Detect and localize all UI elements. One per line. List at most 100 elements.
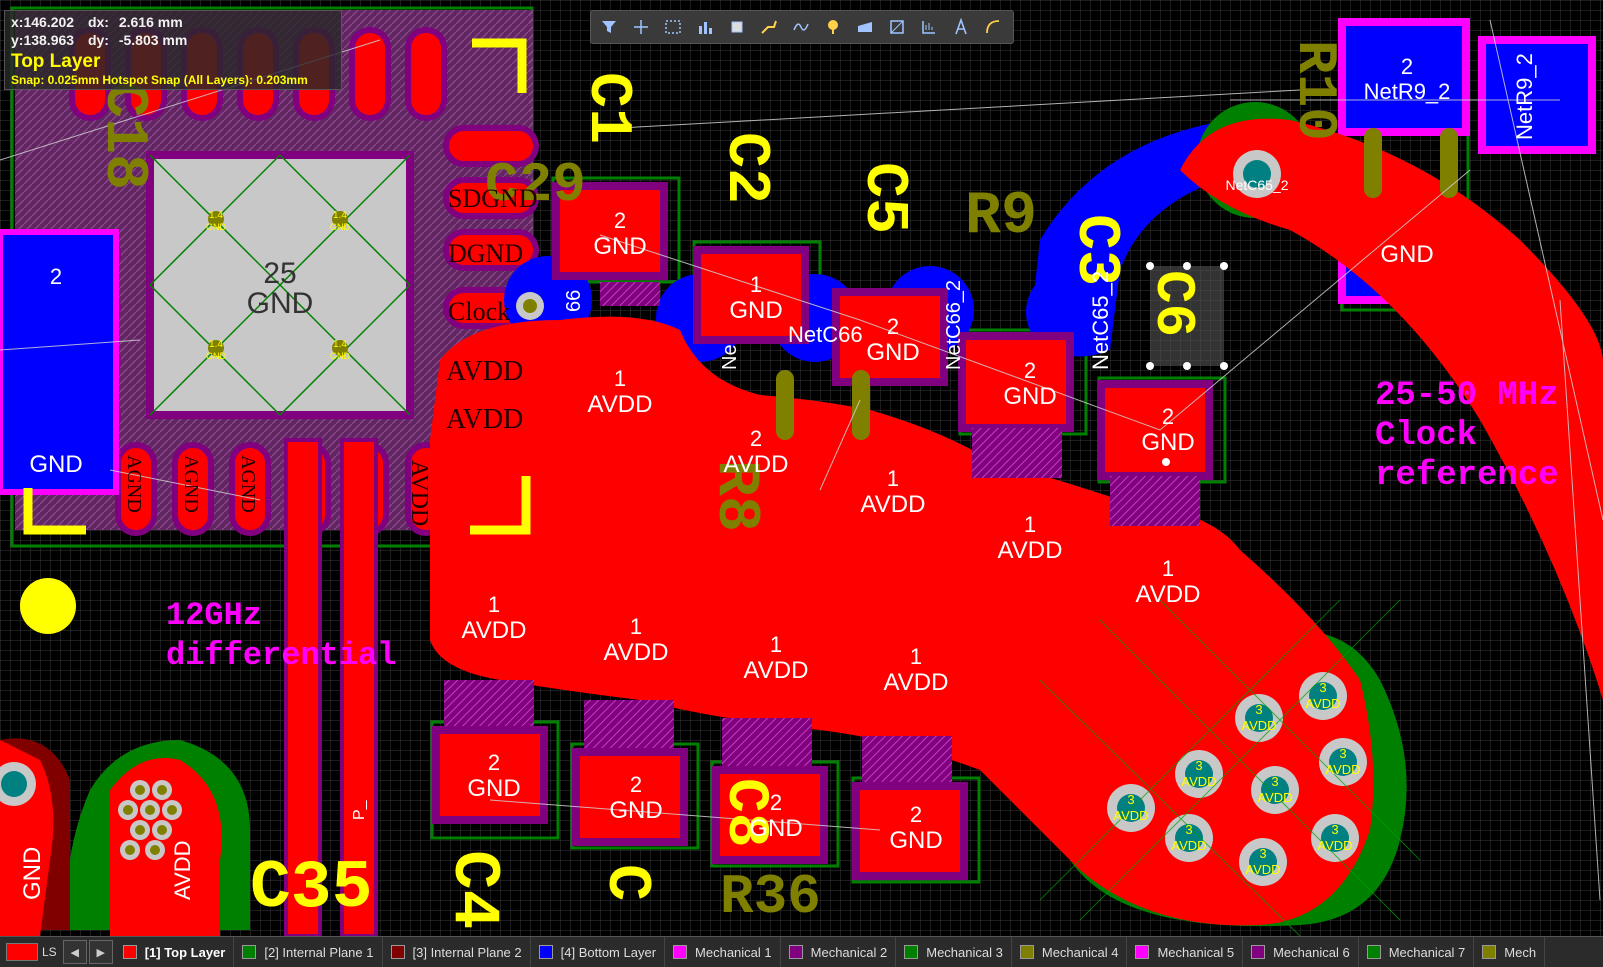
pad-num: 1 (614, 366, 626, 391)
designator-r36: R36 (720, 865, 821, 929)
layer-color-swatch (1482, 945, 1497, 959)
layer-tab[interactable]: [2] Internal Plane 1 (234, 937, 383, 967)
y-value: 138.963 (23, 32, 75, 48)
pcb-canvas[interactable]: 25 GND C1 C2 C5 C3 C6 C35 C4 C C8 C18 R1… (0, 0, 1603, 936)
pad-net-r9: NetR9_2 (1512, 53, 1537, 140)
pad-net: AVDD (861, 491, 926, 518)
layer-tab-label: Mechanical 2 (810, 944, 888, 960)
pad-net: GND (729, 297, 782, 324)
pad-net: GND (749, 815, 802, 842)
via-net: AVDD (1305, 696, 1340, 711)
pcb-board[interactable]: 25 GND C1 C2 C5 C3 C6 C35 C4 C C8 C18 R1… (0, 0, 1603, 936)
layer-tab[interactable]: Mechanical 3 (896, 937, 1012, 967)
active-bar-toolbar (590, 10, 1014, 44)
layer-set-indicator[interactable]: LS (6, 943, 63, 961)
layer-next-button[interactable]: ▶ (88, 940, 113, 964)
pad-net-gnd-left: GND (19, 847, 46, 900)
thermal-via-num: 1.4 (333, 339, 347, 350)
current-layer: Top Layer (11, 51, 101, 72)
layer-tab[interactable]: Mechanical 2 (781, 937, 897, 967)
pad-num: 2 (50, 264, 62, 289)
pad-net: AVDD (744, 657, 809, 684)
layer-color-swatch (390, 945, 405, 959)
pin-label-avdd-3: AVDD (406, 460, 432, 526)
pad-net: GND (467, 775, 520, 802)
via-num: 3 (1259, 846, 1266, 861)
layer-set-label: LS (42, 945, 57, 959)
dimension-icon[interactable] (917, 15, 941, 39)
thermal-via-net: GND (206, 351, 227, 361)
via-num: 3 (1255, 702, 1262, 717)
layer-tab[interactable]: Mechanical 4 (1012, 937, 1128, 967)
via-num: 3 (1195, 758, 1202, 773)
via-net: AVDD (1245, 862, 1280, 877)
layer-tab[interactable]: [3] Internal Plane 2 (383, 937, 531, 967)
coordinate-readout: x:146.202 dx: 2.616 mm y:138.963 dy: -5.… (4, 10, 342, 90)
layer-color-swatch (1019, 945, 1034, 959)
pad-num: 1 (910, 644, 922, 669)
thermal-via-net: GND (330, 351, 351, 361)
note-differential: differential (166, 637, 396, 674)
y-label: y: (11, 32, 24, 48)
pad-net: AVDD (604, 639, 669, 666)
add-icon[interactable] (629, 15, 653, 39)
pad-net: NetR9_2 (1364, 79, 1451, 104)
layer-tab-label: Mechanical 3 (926, 944, 1003, 960)
pad-num: 1 (770, 632, 782, 657)
pin-label-agnd-2: AGND (180, 455, 202, 513)
layer-tab[interactable]: Mechanical 5 (1127, 937, 1244, 967)
ic-pad-number: 25 (263, 257, 296, 290)
layer-tab[interactable]: Mech (1474, 937, 1546, 967)
via-num: 3 (1339, 746, 1346, 761)
layer-tab[interactable]: [4] Bottom Layer (531, 937, 666, 967)
via-net: AVDD (1317, 838, 1352, 853)
pad-num: 2 (887, 314, 899, 339)
fill-icon[interactable] (853, 15, 877, 39)
layer-tab[interactable]: Mechanical 6 (1243, 937, 1359, 967)
arc-icon[interactable] (981, 15, 1005, 39)
layer-tab-label: Mechanical 4 (1041, 944, 1119, 960)
select-rect-icon[interactable] (661, 15, 685, 39)
layer-tab[interactable]: Mechanical 1 (665, 937, 781, 967)
filter-icon[interactable] (597, 15, 621, 39)
diff-pair-icon[interactable] (789, 15, 813, 39)
layer-color-swatch (904, 945, 919, 959)
dx-label: dx: (87, 14, 109, 30)
pad-num: 1 (1024, 512, 1036, 537)
via-net: AVDD (1181, 774, 1216, 789)
layer-prev-button[interactable]: ◀ (62, 940, 87, 964)
pad-num: 1 (887, 466, 899, 491)
pad-net-avdd-left: AVDD (170, 841, 195, 901)
layer-tab-label: Mechanical 5 (1157, 944, 1235, 960)
layer-color-swatch (673, 945, 688, 959)
x-value: 146.202 (23, 14, 75, 30)
text-icon[interactable] (949, 15, 973, 39)
pad-net: GND (889, 827, 942, 854)
designator-c4: C4 (436, 850, 511, 929)
pin-label-agnd-1: AGND (123, 455, 145, 513)
pin-label-avdd-1: AVDD (446, 356, 523, 387)
layer-tab[interactable]: Mechanical 7 (1359, 937, 1475, 967)
pin-label-agnd-3: AGND (237, 455, 259, 513)
pad-num: 2 (488, 750, 500, 775)
pad-net-ne: Ne (719, 344, 741, 370)
layer-tab-label: Mechanical 7 (1388, 944, 1466, 960)
thermal-via-num: 1.4 (209, 210, 223, 221)
designator-c6: C6 (1141, 270, 1205, 337)
thermal-via-num: 1.4 (209, 339, 223, 350)
layer-tab[interactable]: [1] Top Layer (115, 937, 235, 967)
component-icon[interactable] (725, 15, 749, 39)
chart-icon[interactable] (693, 15, 717, 39)
pad-net: GND (866, 339, 919, 366)
note-12ghz: 12GHz (166, 597, 262, 634)
layer-color-swatch (122, 945, 137, 959)
route-icon[interactable] (757, 15, 781, 39)
layer-tab-label: [2] Internal Plane 1 (264, 944, 374, 960)
thermal-via-net: GND (206, 222, 227, 232)
dy-value: -5.803 mm (118, 32, 188, 48)
designator-c1: C1 (573, 72, 641, 144)
pad-net: GND (593, 233, 646, 260)
region-icon[interactable] (885, 15, 909, 39)
via-icon[interactable] (821, 15, 845, 39)
pad-net: AVDD (462, 617, 527, 644)
